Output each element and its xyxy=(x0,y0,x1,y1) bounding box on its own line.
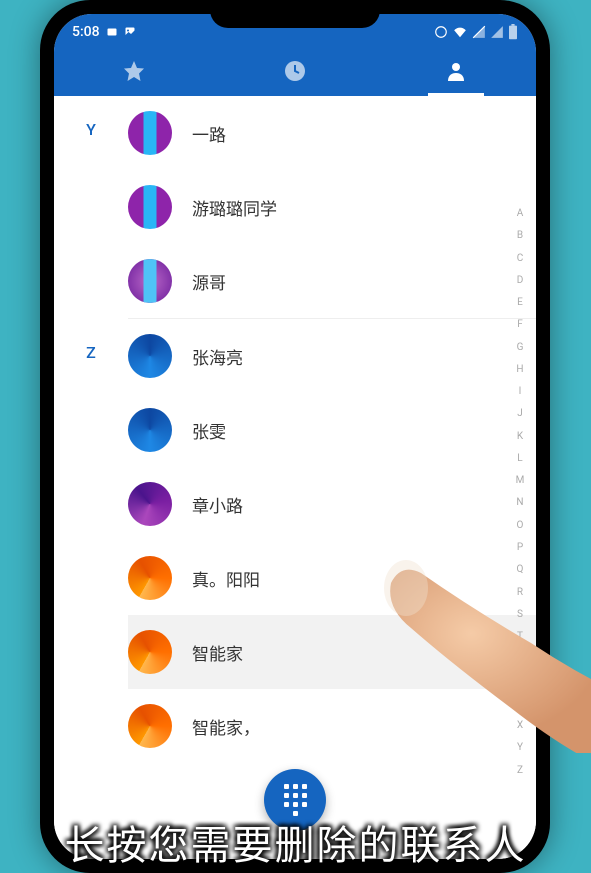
dialpad-icon xyxy=(284,784,307,816)
index-letter-V[interactable]: V xyxy=(517,674,523,690)
contact-row[interactable]: 章小路 xyxy=(128,467,536,541)
index-letter-F[interactable]: F xyxy=(517,317,523,333)
contacts-list[interactable]: Y一路游璐璐同学源哥Z张海亮张雯章小路真。阳阳智能家智能家， ABCDEFGHI… xyxy=(54,96,536,859)
phone-frame: 5:08 xyxy=(40,0,550,873)
tab-contacts[interactable] xyxy=(375,50,536,96)
status-time: 5:08 xyxy=(72,24,100,40)
tab-bar xyxy=(54,50,536,96)
wifi-icon xyxy=(452,25,468,39)
card-icon xyxy=(106,26,118,38)
avatar-icon xyxy=(128,185,172,229)
contact-row[interactable]: 智能家 xyxy=(128,615,536,689)
circle-icon xyxy=(434,25,448,39)
contact-name: 一路 xyxy=(192,121,226,146)
video-caption: 长按您需要删除的联系人 xyxy=(0,813,591,871)
section-list: 一路游璐璐同学源哥 xyxy=(128,96,536,318)
contact-name: 源哥 xyxy=(192,269,226,294)
signal2-icon xyxy=(490,25,504,39)
avatar-icon xyxy=(128,630,172,674)
contact-name: 智能家， xyxy=(192,714,260,739)
index-letter-E[interactable]: E xyxy=(517,295,523,311)
index-letter-Z[interactable]: Z xyxy=(517,763,523,779)
tab-recent[interactable] xyxy=(215,50,376,96)
index-letter-O[interactable]: O xyxy=(517,518,524,534)
image-icon xyxy=(124,26,136,38)
index-letter-W[interactable]: W xyxy=(516,696,525,712)
index-letter-B[interactable]: B xyxy=(517,228,523,244)
index-letter-C[interactable]: C xyxy=(517,251,524,267)
contact-name: 游璐璐同学 xyxy=(192,195,277,220)
contact-name: 真。阳阳 xyxy=(192,566,260,591)
contact-row[interactable]: 源哥 xyxy=(128,244,536,318)
index-letter-M[interactable]: M xyxy=(516,473,525,489)
index-letter-S[interactable]: S xyxy=(517,607,523,623)
tab-favorites[interactable] xyxy=(54,50,215,96)
section-Z: Z张海亮张雯章小路真。阳阳智能家智能家， xyxy=(54,319,536,763)
contact-row[interactable]: 张海亮 xyxy=(128,319,536,393)
phone-screen: 5:08 xyxy=(54,14,536,859)
person-icon xyxy=(444,59,468,87)
display-notch xyxy=(210,0,380,28)
contact-row[interactable]: 游璐璐同学 xyxy=(128,170,536,244)
avatar-icon xyxy=(128,259,172,303)
avatar-icon xyxy=(128,556,172,600)
signal-icon xyxy=(472,25,486,39)
contact-row[interactable]: 张雯 xyxy=(128,393,536,467)
index-letter-H[interactable]: H xyxy=(516,362,523,378)
contact-name: 章小路 xyxy=(192,492,243,517)
index-letter-U[interactable]: U xyxy=(517,651,523,667)
avatar-icon xyxy=(128,334,172,378)
contact-name: 智能家 xyxy=(192,640,243,665)
index-letter-I[interactable]: I xyxy=(519,384,522,400)
section-letter: Z xyxy=(54,319,128,362)
section-Y: Y一路游璐璐同学源哥 xyxy=(54,96,536,318)
contact-row[interactable]: 真。阳阳 xyxy=(128,541,536,615)
index-letter-X[interactable]: X xyxy=(517,718,523,734)
index-letter-J[interactable]: J xyxy=(517,406,523,422)
index-letter-D[interactable]: D xyxy=(517,273,524,289)
contact-name: 张海亮 xyxy=(192,344,243,369)
index-letter-G[interactable]: G xyxy=(517,340,524,356)
avatar-icon xyxy=(128,408,172,452)
index-letter-T[interactable]: T xyxy=(517,629,523,645)
contact-name: 张雯 xyxy=(192,418,226,443)
index-letter-R[interactable]: R xyxy=(517,585,523,601)
index-letter-Y[interactable]: Y xyxy=(517,740,523,756)
index-letter-L[interactable]: L xyxy=(517,451,522,467)
avatar-icon xyxy=(128,111,172,155)
alphabet-index[interactable]: ABCDEFGHIJKLMNOPQRSTUVWXYZ xyxy=(510,206,530,779)
section-letter: Y xyxy=(54,96,128,139)
contact-row[interactable]: 智能家， xyxy=(128,689,536,763)
index-letter-P[interactable]: P xyxy=(517,540,523,556)
clock-icon xyxy=(283,59,307,87)
battery-icon xyxy=(508,24,518,40)
index-letter-Q[interactable]: Q xyxy=(517,562,524,578)
index-letter-A[interactable]: A xyxy=(517,206,524,222)
index-letter-N[interactable]: N xyxy=(516,495,523,511)
contact-row[interactable]: 一路 xyxy=(128,96,536,170)
index-letter-K[interactable]: K xyxy=(517,429,523,445)
avatar-icon xyxy=(128,482,172,526)
avatar-icon xyxy=(128,704,172,748)
star-icon xyxy=(122,59,146,87)
section-list: 张海亮张雯章小路真。阳阳智能家智能家， xyxy=(128,319,536,763)
